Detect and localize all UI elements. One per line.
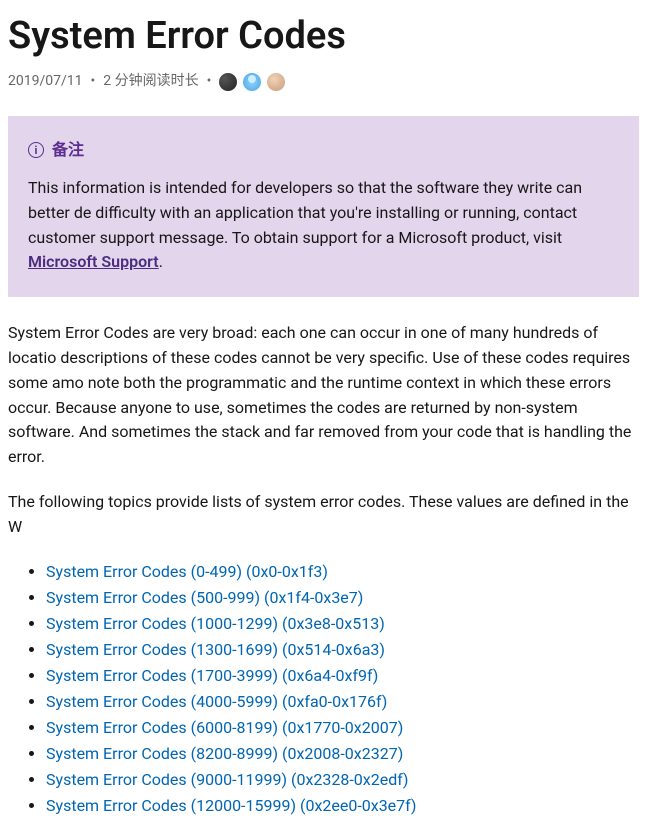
list-item: System Error Codes (9000-11999) (0x2328-… [46,768,639,792]
page-title: System Error Codes [8,8,639,65]
microsoft-support-link[interactable]: Microsoft Support [28,252,159,271]
error-code-link-list: System Error Codes (0-499) (0x0-0x1f3) S… [8,560,639,818]
note-text: message. To obtain support for a Microso… [159,228,562,247]
error-code-range-link[interactable]: System Error Codes (9000-11999) (0x2328-… [46,770,409,789]
note-body: This information is intended for develop… [28,176,619,275]
note-text: . [159,252,163,271]
error-code-range-link[interactable]: System Error Codes (4000-5999) (0xfa0-0x… [46,692,387,711]
note-header: i 备注 [28,138,619,162]
error-code-range-link[interactable]: System Error Codes (12000-15999) (0x2ee0… [46,796,416,815]
list-item: System Error Codes (8200-8999) (0x2008-0… [46,742,639,766]
list-item: System Error Codes (12000-15999) (0x2ee0… [46,794,639,818]
contributor-avatar-icon[interactable] [267,73,285,91]
note-callout: i 备注 This information is intended for de… [8,116,639,297]
meta-separator: • [91,71,96,92]
list-item: System Error Codes (1000-1299) (0x3e8-0x… [46,612,639,636]
error-code-range-link[interactable]: System Error Codes (8200-8999) (0x2008-0… [46,744,403,763]
list-item: System Error Codes (500-999) (0x1f4-0x3e… [46,586,639,610]
list-item: System Error Codes (1300-1699) (0x514-0x… [46,638,639,662]
error-code-range-link[interactable]: System Error Codes (1700-3999) (0x6a4-0x… [46,666,378,685]
list-item: System Error Codes (0-499) (0x0-0x1f3) [46,560,639,584]
error-code-range-link[interactable]: System Error Codes (500-999) (0x1f4-0x3e… [46,588,363,607]
error-code-range-link[interactable]: System Error Codes (1300-1699) (0x514-0x… [46,640,385,659]
meta-separator: • [207,71,212,92]
article-meta: 2019/07/11 • 2 分钟阅读时长 • [8,71,639,92]
error-code-range-link[interactable]: System Error Codes (1000-1299) (0x3e8-0x… [46,614,385,633]
list-item: System Error Codes (4000-5999) (0xfa0-0x… [46,690,639,714]
note-label: 备注 [52,138,84,162]
info-icon: i [28,142,44,158]
meta-readtime: 2 分钟阅读时长 [103,71,198,92]
meta-date: 2019/07/11 [8,71,83,92]
intro-paragraph: System Error Codes are very broad: each … [8,321,639,470]
topics-intro-paragraph: The following topics provide lists of sy… [8,490,639,540]
list-item: System Error Codes (1700-3999) (0x6a4-0x… [46,664,639,688]
contributor-avatar-icon[interactable] [243,73,261,91]
error-code-range-link[interactable]: System Error Codes (0-499) (0x0-0x1f3) [46,562,328,581]
error-code-range-link[interactable]: System Error Codes (6000-8199) (0x1770-0… [46,718,403,737]
contributor-avatar-icon[interactable] [219,73,237,91]
